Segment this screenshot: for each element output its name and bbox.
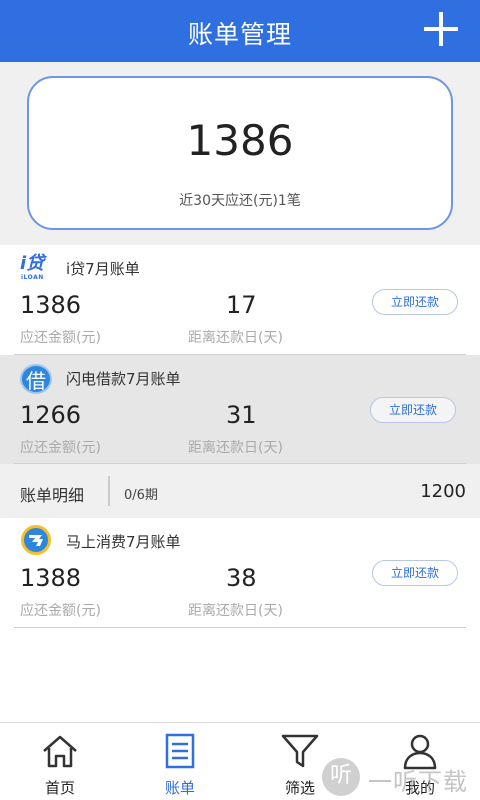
watermark-text: 一听下载 (368, 768, 468, 796)
bill-name: 闪电借款7月账单 (66, 370, 181, 388)
idai-logo-icon: i贷 iLOAN (20, 254, 52, 284)
separator (108, 476, 110, 506)
home-icon (43, 735, 77, 768)
mashang-logo-icon (20, 524, 52, 556)
repay-now-button[interactable]: 立即还款 (372, 560, 458, 586)
bill-item-idai[interactable]: i贷 iLOAN i贷7月账单 1386 17 应还金额(元) 距离还款日(天)… (0, 245, 480, 355)
tab-label: 账单 (164, 779, 195, 797)
bill-icon (165, 733, 195, 769)
page-title: 账单管理 (187, 20, 292, 49)
add-icon[interactable] (424, 12, 458, 46)
repay-now-button[interactable]: 立即还款 (372, 289, 458, 315)
summary-area: 1386 近30天应还(元)1笔 (0, 62, 480, 245)
bill-days-label: 距离还款日(天) (188, 440, 283, 456)
bill-amount: 1388 (20, 564, 82, 592)
tab-label: 首页 (44, 779, 75, 797)
tab-bill[interactable]: 账单 (120, 723, 240, 800)
watermark-logo-icon: 听 (322, 758, 360, 796)
borrow-logo-icon: 借 (20, 364, 52, 394)
repay-now-button[interactable]: 立即还款 (370, 397, 456, 423)
bill-name: i贷7月账单 (66, 260, 140, 278)
bill-amount: 1266 (20, 401, 82, 429)
idai-logo-text: i贷 (20, 253, 45, 274)
bill-days-label: 距离还款日(天) (188, 330, 283, 346)
bill-amount-label: 应还金额(元) (20, 330, 101, 346)
bill-days: 17 (226, 291, 257, 319)
empty-area (0, 628, 480, 722)
bill-name: 马上消费7月账单 (66, 533, 181, 551)
bill-detail-row[interactable]: 账单明细 0/6期 1200 (0, 464, 480, 518)
bill-amount: 1386 (20, 291, 82, 319)
watermark: 听 一听下载 (322, 756, 480, 796)
bill-item-mashang[interactable]: 马上消费7月账单 1388 38 应还金额(元) 距离还款日(天) 立即还款 (0, 518, 480, 628)
bill-detail-period: 0/6期 (124, 488, 158, 503)
idai-logo-subtext: iLOAN (21, 274, 44, 281)
filter-icon (281, 734, 319, 768)
bill-detail-amount: 1200 (420, 481, 466, 502)
bill-detail-label: 账单明细 (20, 486, 85, 505)
bill-amount-label: 应还金额(元) (20, 603, 101, 619)
bill-days: 38 (226, 564, 257, 592)
bill-days-label: 距离还款日(天) (188, 603, 283, 619)
bill-item-shandian[interactable]: 借 闪电借款7月账单 1266 31 应还金额(元) 距离还款日(天) 立即还款 (0, 355, 480, 464)
bill-amount-label: 应还金额(元) (20, 440, 101, 456)
bill-days: 31 (226, 401, 257, 429)
summary-card: 1386 近30天应还(元)1笔 (27, 76, 453, 230)
summary-amount: 1386 (186, 116, 294, 165)
app-header: 账单管理 (0, 0, 480, 62)
tab-home[interactable]: 首页 (0, 723, 120, 800)
summary-description: 近30天应还(元)1笔 (179, 193, 301, 209)
